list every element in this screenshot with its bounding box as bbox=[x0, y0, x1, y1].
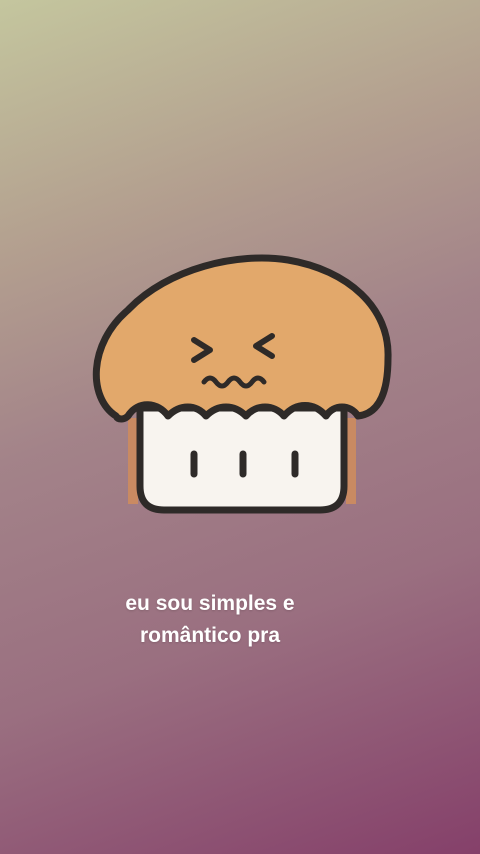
muffin-icon bbox=[92, 254, 392, 514]
caption-line-2: romântico pra bbox=[139, 624, 281, 647]
caption-line-1: eu sou simples e bbox=[125, 592, 295, 615]
video-frame: eu sou simples e romântico pra bbox=[0, 0, 480, 854]
muffin-top bbox=[92, 254, 392, 423]
subtitle-caption: eu sou simples e romântico pra bbox=[0, 588, 420, 652]
